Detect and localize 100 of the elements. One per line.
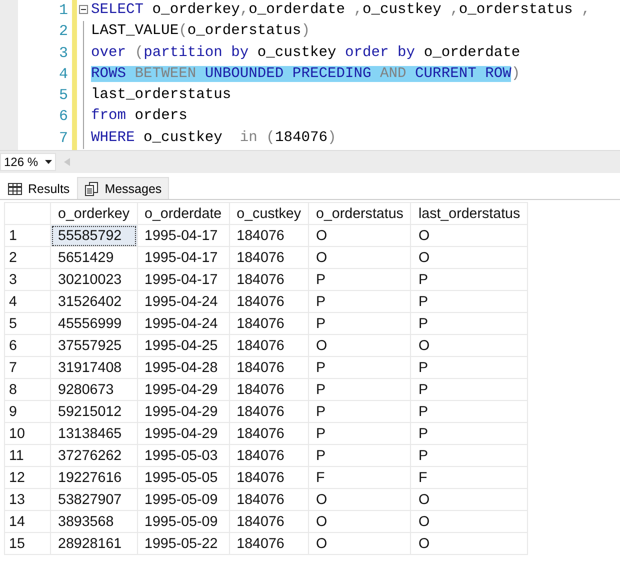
table-cell: 1995-05-09 bbox=[137, 488, 230, 510]
row-number[interactable]: 8 bbox=[4, 378, 50, 400]
row-number[interactable]: 3 bbox=[4, 268, 50, 290]
table-cell: 45556999 bbox=[50, 312, 138, 334]
table-cell: 184076 bbox=[229, 224, 309, 246]
table-cell: 1995-04-17 bbox=[137, 246, 230, 268]
table-cell: 1995-04-17 bbox=[137, 268, 230, 290]
line-number: 4 bbox=[58, 64, 68, 85]
row-number[interactable]: 11 bbox=[4, 444, 50, 466]
table-cell: O bbox=[308, 334, 411, 356]
row-number[interactable]: 6 bbox=[4, 334, 50, 356]
table-cell: O bbox=[308, 510, 411, 532]
row-number[interactable]: 10 bbox=[4, 422, 50, 444]
line-number: 2 bbox=[58, 22, 68, 42]
line-number: 5 bbox=[58, 86, 68, 106]
table-cell: P bbox=[308, 422, 411, 444]
row-number[interactable]: 12 bbox=[4, 466, 50, 488]
table-cell: 1995-05-03 bbox=[137, 444, 230, 466]
zoom-dropdown[interactable]: 126 % bbox=[0, 153, 56, 171]
code-line: from orders bbox=[91, 107, 188, 126]
table-cell: P bbox=[308, 268, 411, 290]
table-cell: 184076 bbox=[229, 290, 309, 312]
table-cell: 53827907 bbox=[50, 488, 138, 510]
table-cell: 37276262 bbox=[50, 444, 138, 466]
table-cell: 1995-04-24 bbox=[137, 312, 230, 334]
table-cell: P bbox=[410, 268, 528, 290]
table-cell: P bbox=[410, 400, 528, 422]
table-cell: 1995-04-25 bbox=[137, 334, 230, 356]
row-number[interactable]: 7 bbox=[4, 356, 50, 378]
table-cell: 37557925 bbox=[50, 334, 138, 356]
table-cell: 1995-05-05 bbox=[137, 466, 230, 488]
table-cell: O bbox=[410, 488, 528, 510]
table-cell: 1995-05-09 bbox=[137, 510, 230, 532]
table-cell: P bbox=[308, 290, 411, 312]
column-header[interactable]: o_orderdate bbox=[137, 202, 230, 224]
table-cell: 5651429 bbox=[50, 246, 138, 268]
row-number[interactable]: 5 bbox=[4, 312, 50, 334]
column-header[interactable]: o_orderkey bbox=[50, 202, 138, 224]
table-cell: 184076 bbox=[229, 532, 309, 554]
table-cell: 59215012 bbox=[50, 400, 138, 422]
column-header[interactable]: o_custkey bbox=[229, 202, 309, 224]
table-cell: 31526402 bbox=[50, 290, 138, 312]
table-cell: 3893568 bbox=[50, 510, 138, 532]
table-cell: 31917408 bbox=[50, 356, 138, 378]
table-cell: 184076 bbox=[229, 356, 309, 378]
table-cell: 1995-04-29 bbox=[137, 378, 230, 400]
table-cell: P bbox=[410, 356, 528, 378]
table-cell: P bbox=[308, 356, 411, 378]
table-cell: P bbox=[410, 422, 528, 444]
caret-icon bbox=[45, 160, 52, 164]
table-cell: F bbox=[410, 466, 528, 488]
row-number[interactable]: 2 bbox=[4, 246, 50, 268]
table-cell: O bbox=[308, 246, 411, 268]
row-number[interactable]: 9 bbox=[4, 400, 50, 422]
table-cell: P bbox=[308, 378, 411, 400]
line-number: 3 bbox=[58, 44, 68, 64]
table-cell: P bbox=[308, 400, 411, 422]
table-cell: O bbox=[308, 532, 411, 554]
document-icon bbox=[84, 182, 100, 196]
collapse-icon[interactable] bbox=[79, 5, 88, 14]
table-cell: P bbox=[410, 312, 528, 334]
line-number: 1 bbox=[58, 1, 68, 21]
table-cell: 1995-04-29 bbox=[137, 422, 230, 444]
table-cell: 28928161 bbox=[50, 532, 138, 554]
table-cell: 184076 bbox=[229, 422, 309, 444]
table-cell: P bbox=[410, 444, 528, 466]
code-line: LAST_VALUE(o_orderstatus) bbox=[91, 22, 311, 42]
code-line: over (partition by o_custkey order by o_orderdate bbox=[91, 44, 522, 63]
code-line: SELECT o_orderkey,o_orderdate ,o_custkey ,o_orderstatus , bbox=[91, 1, 590, 20]
row-number[interactable]: 4 bbox=[4, 290, 50, 312]
code-line: last_orderstatus bbox=[91, 86, 232, 106]
table-cell: 184076 bbox=[229, 466, 309, 488]
table-cell: 184076 bbox=[229, 334, 309, 356]
table-cell: 30210023 bbox=[50, 268, 138, 290]
table-cell: 184076 bbox=[229, 510, 309, 532]
table-cell: 1995-04-29 bbox=[137, 400, 230, 422]
table-cell: 184076 bbox=[229, 378, 309, 400]
table-cell: 184076 bbox=[229, 488, 309, 510]
table-cell: P bbox=[308, 444, 411, 466]
table-cell: 1995-04-24 bbox=[137, 290, 230, 312]
line-number: 7 bbox=[58, 128, 68, 149]
table-cell: O bbox=[410, 532, 528, 554]
row-number[interactable]: 15 bbox=[4, 532, 50, 554]
table-cell: O bbox=[410, 510, 528, 532]
table-cell: 184076 bbox=[229, 400, 309, 422]
column-header[interactable]: last_orderstatus bbox=[410, 202, 528, 224]
code-line: WHERE o_custkey in (184076) bbox=[91, 128, 338, 148]
table-cell: 184076 bbox=[229, 444, 309, 466]
table-cell: P bbox=[410, 290, 528, 312]
table-cell: 9280673 bbox=[50, 378, 138, 400]
row-number[interactable]: 13 bbox=[4, 488, 50, 510]
table-cell: O bbox=[410, 224, 528, 246]
line-number: 6 bbox=[58, 107, 68, 128]
table-cell: 1995-04-17 bbox=[137, 224, 230, 246]
column-header[interactable]: o_orderstatus bbox=[308, 202, 411, 224]
row-number[interactable]: 14 bbox=[4, 510, 50, 532]
grid-icon bbox=[7, 182, 23, 196]
table-cell: O bbox=[308, 224, 411, 246]
table-cell: 184076 bbox=[229, 312, 309, 334]
messages-tab[interactable]: Messages bbox=[76, 177, 169, 199]
